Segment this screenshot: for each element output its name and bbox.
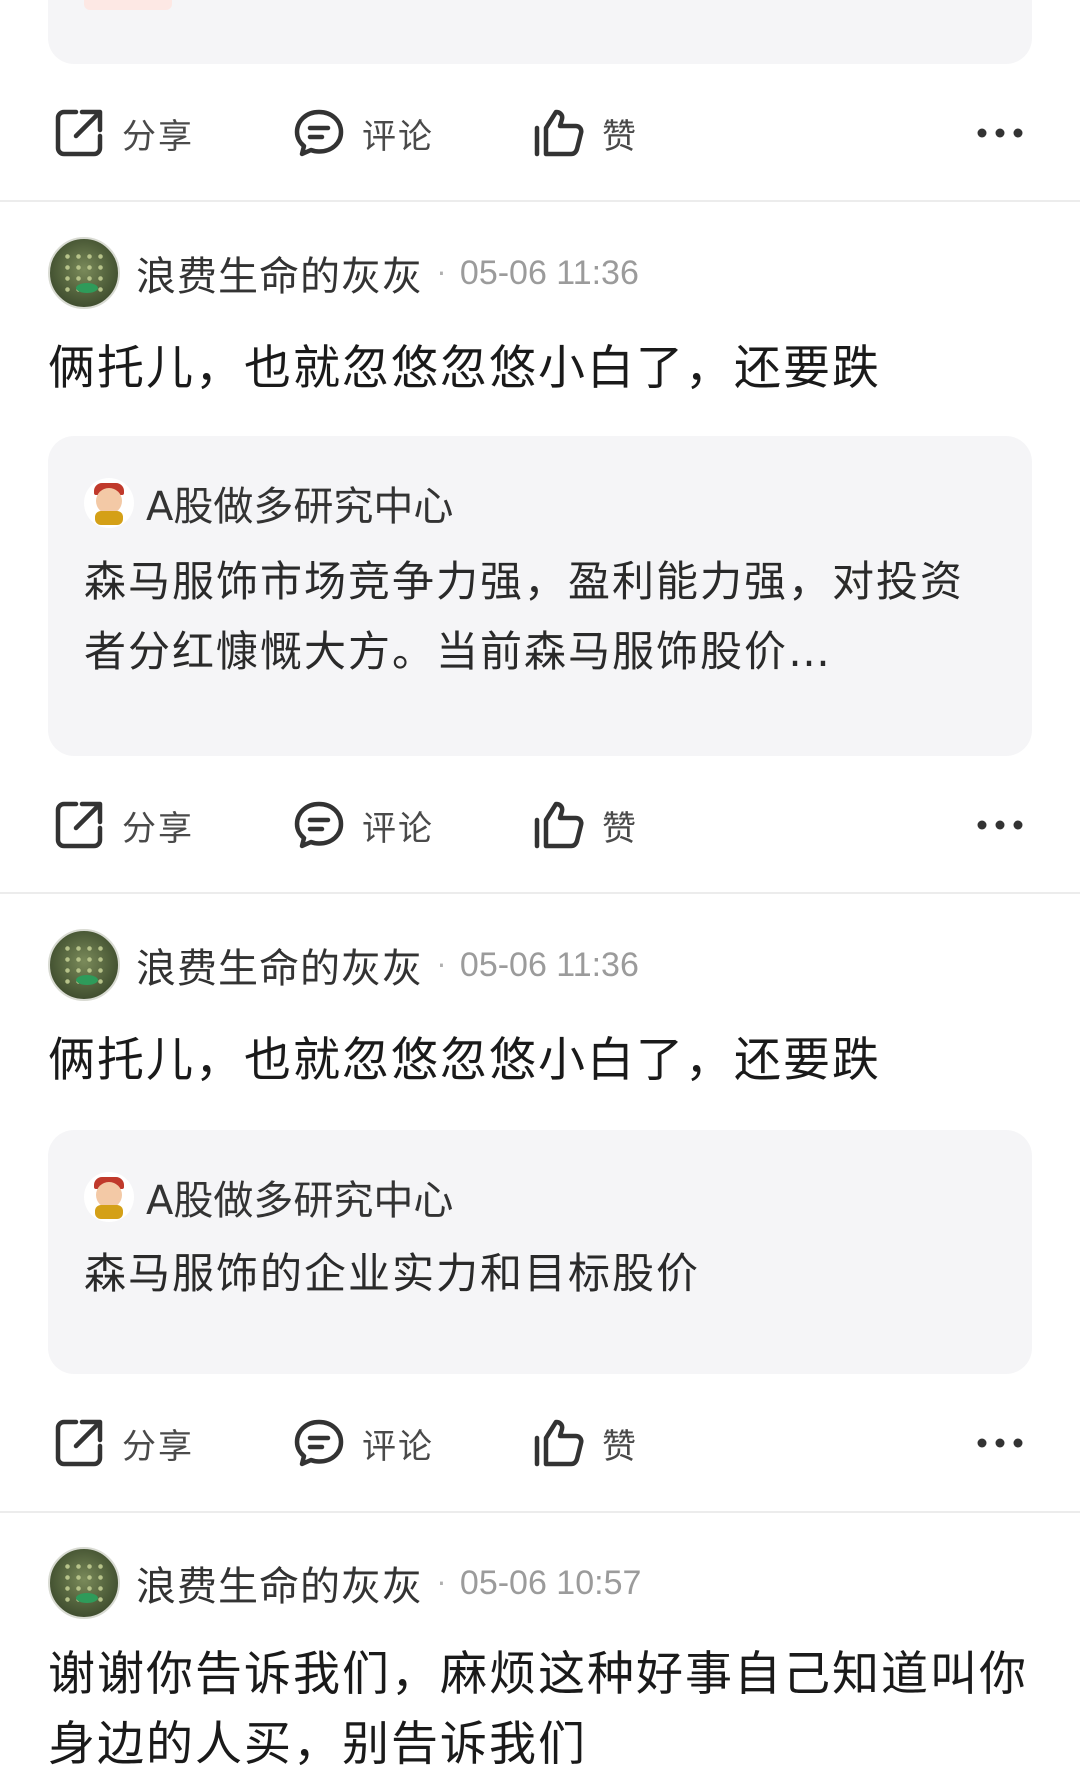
share-icon [50,1414,108,1472]
share-label: 分享 [122,808,194,849]
more-icon [976,124,1024,143]
timestamp: 05-06 11:36 [459,253,639,292]
quoted-post-card[interactable]: A股做多研究中心 森马服饰的企业实力和目标股价 [48,1130,1032,1374]
avatar[interactable] [48,1547,120,1619]
post-header: 浪费生命的灰灰 · 05-06 11:36 [48,237,639,309]
divider [0,892,1080,894]
comment-button[interactable]: 评论 [290,78,434,188]
comment-label: 评论 [362,1426,434,1467]
share-icon [50,796,108,854]
post-text: 俩托儿，也就忽悠忽悠小白了，还要跌 [48,1033,881,1088]
like-button[interactable]: 赞 [530,770,638,880]
more-icon [976,1434,1024,1453]
post-text: 谢谢你告诉我们，麻烦这种好事自己知道叫你身边的人买，别告诉我们 [48,1647,1028,1772]
post-header: 浪费生命的灰灰 · 05-06 10:57 [48,1547,642,1619]
share-button[interactable]: 分享 [50,1388,194,1498]
timestamp: 05-06 10:57 [459,1563,642,1602]
more-button[interactable] [970,78,1030,188]
comment-icon [290,796,348,854]
quoted-post-text: 森马服饰的企业实力和目标股价 [84,1249,701,1298]
quoted-author-avatar [84,478,134,528]
separator: · [437,256,446,290]
post-header: 浪费生命的灰灰 · 05-06 11:36 [48,929,639,1001]
more-icon [976,816,1024,835]
username[interactable]: 浪费生命的灰灰 [136,936,423,994]
username[interactable]: 浪费生命的灰灰 [136,1554,423,1612]
thumbs-up-icon [530,1414,588,1472]
avatar[interactable] [48,929,120,1001]
thumbs-up-icon [530,796,588,854]
comment-icon [290,104,348,162]
comment-label: 评论 [362,808,434,849]
like-label: 赞 [602,1426,638,1467]
comment-label: 评论 [362,116,434,157]
quoted-post-tag [84,0,172,10]
share-button[interactable]: 分享 [50,78,194,188]
share-label: 分享 [122,116,194,157]
divider [0,1511,1080,1513]
more-button[interactable] [970,1388,1030,1498]
quoted-post-header: A股做多研究中心 [84,478,453,530]
quoted-author-avatar [84,1172,134,1222]
avatar[interactable] [48,237,120,309]
quoted-author-name: A股做多研究中心 [146,1178,454,1224]
thumbs-up-icon [530,104,588,162]
separator: · [437,948,446,982]
like-button[interactable]: 赞 [530,1388,638,1498]
comment-button[interactable]: 评论 [290,1388,434,1498]
action-bar: 分享 评论 赞 [0,78,1080,188]
share-icon [50,104,108,162]
like-label: 赞 [602,116,638,157]
post-text: 俩托儿，也就忽悠忽悠小白了，还要跌 [48,341,881,396]
action-bar: 分享 评论 赞 [0,770,1080,880]
like-button[interactable]: 赞 [530,78,638,188]
separator: · [437,1566,446,1600]
timestamp: 05-06 11:36 [459,945,639,984]
like-label: 赞 [602,808,638,849]
username[interactable]: 浪费生命的灰灰 [136,244,423,302]
divider [0,200,1080,202]
comment-button[interactable]: 评论 [290,770,434,880]
comment-icon [290,1414,348,1472]
action-bar: 分享 评论 赞 [0,1388,1080,1498]
quoted-post-text: 森马服饰市场竞争力强，盈利能力强，对投资者分红慷慨大方。当前森马服饰股价… [84,557,965,676]
comment-feed: 分享 评论 赞 浪费生命的灰灰 · 05-06 11:36 俩托儿，也就忽悠忽悠… [0,0,1080,1790]
quoted-post-card[interactable] [48,0,1032,64]
share-label: 分享 [122,1426,194,1467]
quoted-post-card[interactable]: A股做多研究中心 森马服饰市场竞争力强，盈利能力强，对投资者分红慷慨大方。当前森… [48,436,1032,756]
more-button[interactable] [970,770,1030,880]
quoted-author-name: A股做多研究中心 [146,484,454,530]
share-button[interactable]: 分享 [50,770,194,880]
quoted-post-header: A股做多研究中心 [84,1172,453,1224]
